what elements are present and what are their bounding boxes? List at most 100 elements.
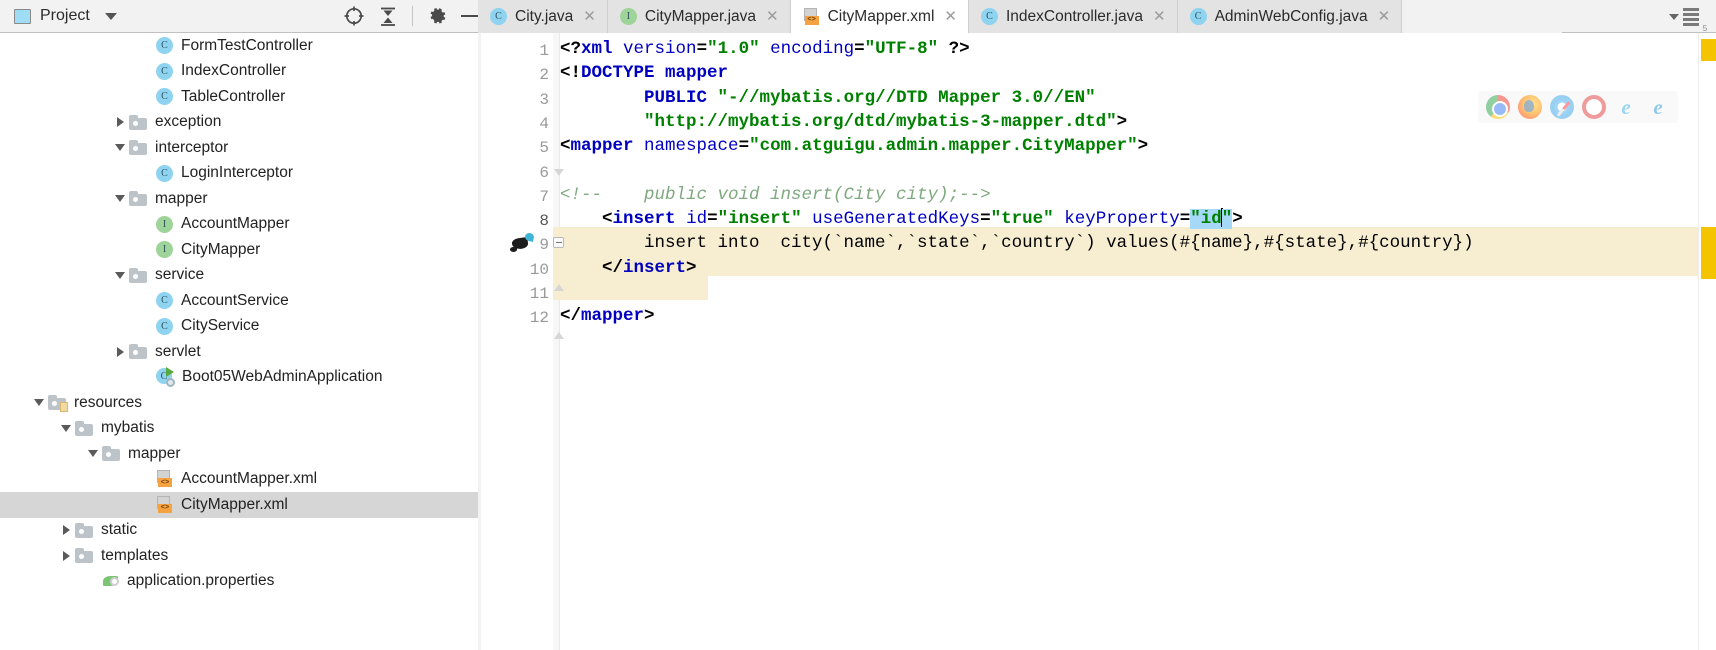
folder-icon	[75, 548, 93, 564]
resources-folder-icon	[48, 395, 68, 413]
chevron-right-icon[interactable]	[111, 339, 129, 365]
tree-item[interactable]: mapper	[0, 441, 478, 467]
code-line-2[interactable]: <!DOCTYPE mapper	[560, 61, 728, 85]
close-icon[interactable]: ✕	[1378, 9, 1391, 24]
collapse-all-icon[interactable]	[371, 0, 405, 33]
code-line-10[interactable]: </insert>	[560, 256, 697, 280]
tree-item[interactable]: C LoginInterceptor	[0, 161, 478, 187]
project-panel-label: Project	[40, 7, 90, 24]
tree-toggle-empty	[138, 84, 156, 110]
tree-item[interactable]: static	[0, 518, 478, 544]
editor-tab-citymapper-xml[interactable]: <> CityMapper.xml ✕	[790, 0, 969, 33]
tree-item-label: TableController	[181, 87, 286, 105]
tree-item[interactable]: <> AccountMapper.xml	[0, 467, 478, 493]
close-icon[interactable]: ✕	[944, 9, 957, 24]
opera-icon[interactable]	[1582, 95, 1606, 119]
editor-tab-adminwebconfig-java[interactable]: C AdminWebConfig.java ✕	[1177, 0, 1403, 33]
editor-gutter[interactable]: 1 2 3 4 5 6 7 8 9 10 11 12	[481, 33, 553, 650]
code-line-9[interactable]: insert into city(`name`,`state`,`country…	[560, 231, 1474, 255]
editor-tab-label: CityMapper.xml	[827, 7, 935, 25]
editor-tab-city-java[interactable]: C City.java ✕	[478, 0, 608, 33]
close-icon[interactable]: ✕	[583, 9, 596, 24]
chevron-down-icon[interactable]	[111, 263, 129, 289]
java-interface-icon: I	[619, 8, 637, 25]
chevron-down-icon[interactable]	[111, 135, 129, 161]
mybatis-navigate-icon[interactable]	[510, 231, 535, 253]
tree-item[interactable]: resources	[0, 390, 478, 416]
tree-item[interactable]: C TableController	[0, 84, 478, 110]
tree-item-label: CityMapper	[181, 240, 261, 258]
tree-item[interactable]: servlet	[0, 339, 478, 365]
code-line-3[interactable]: PUBLIC "-//mybatis.org//DTD Mapper 3.0//…	[560, 86, 1096, 110]
project-tree-panel[interactable]: C FormTestController C IndexController C Tabl…	[0, 33, 478, 650]
edge-icon[interactable]: e	[1646, 95, 1670, 119]
chevron-down-icon[interactable]	[57, 416, 75, 442]
tree-item[interactable]: C FormTestController	[0, 33, 478, 59]
chevron-right-icon[interactable]	[57, 518, 75, 544]
code-line-5[interactable]: <mapper namespace="com.atguigu.admin.map…	[560, 134, 1148, 158]
java-class-icon: C	[156, 37, 173, 55]
chrome-icon[interactable]	[1486, 95, 1510, 119]
editor-marker-strip[interactable]	[1698, 33, 1716, 650]
marker-warning-top[interactable]	[1701, 39, 1716, 61]
folder-icon	[129, 267, 147, 283]
java-class-icon: C	[980, 8, 998, 25]
tree-item[interactable]: C IndexController	[0, 59, 478, 85]
xml-file-icon: <>	[156, 495, 173, 514]
marker-warning-mid[interactable]	[1701, 227, 1716, 279]
java-class-icon: C	[156, 292, 173, 310]
project-panel-selector[interactable]: Project	[0, 0, 127, 33]
code-line-8[interactable]: <insert id="insert" useGeneratedKeys="tr…	[560, 207, 1243, 231]
code-editor[interactable]: 1 2 3 4 5 6 7 8 9 10 11 12 <?xml version="1.0" enco…	[478, 33, 1716, 650]
chevron-right-icon[interactable]	[57, 543, 75, 569]
java-class-icon: C	[156, 62, 173, 80]
browser-launch-bar[interactable]: ee	[1478, 91, 1678, 123]
firefox-icon[interactable]	[1518, 95, 1542, 119]
java-class-icon: C	[156, 317, 173, 335]
chevron-down-icon[interactable]	[111, 186, 129, 212]
line-number: 2	[539, 66, 549, 85]
locate-target-icon[interactable]	[337, 0, 371, 33]
tree-item[interactable]: templates	[0, 543, 478, 569]
editor-fold-column[interactable]	[553, 33, 560, 650]
close-icon[interactable]: ✕	[766, 9, 779, 24]
editor-tab-label: AdminWebConfig.java	[1214, 7, 1368, 25]
tree-item[interactable]: exception	[0, 110, 478, 136]
tree-item[interactable]: I AccountMapper	[0, 212, 478, 238]
java-interface-icon: I	[156, 215, 173, 233]
tree-item[interactable]: C AccountService	[0, 288, 478, 314]
chevron-right-icon[interactable]	[111, 110, 129, 136]
tree-item[interactable]: interceptor	[0, 135, 478, 161]
editor-tab-citymapper-java[interactable]: I CityMapper.java ✕	[607, 0, 791, 33]
editor-tab-label: IndexController.java	[1005, 7, 1143, 25]
close-icon[interactable]: ✕	[1153, 9, 1166, 24]
editor-options-burger-icon[interactable]: 5	[1660, 0, 1716, 33]
tree-item[interactable]: C CityService	[0, 314, 478, 340]
tree-toggle-empty	[138, 467, 156, 493]
tree-item-selected[interactable]: <> CityMapper.xml	[0, 492, 478, 518]
code-line-12[interactable]: </mapper>	[560, 304, 655, 328]
tree-item[interactable]: mybatis	[0, 416, 478, 442]
project-window-icon	[14, 8, 31, 24]
code-line-4[interactable]: "http://mybatis.org/dtd/mybatis-3-mapper…	[560, 110, 1127, 134]
settings-gear-icon[interactable]	[420, 0, 454, 33]
chevron-down-icon[interactable]	[104, 12, 117, 20]
safari-icon[interactable]	[1550, 95, 1574, 119]
chevron-down-icon[interactable]	[84, 441, 102, 467]
tree-item[interactable]: service	[0, 263, 478, 289]
chevron-down-icon[interactable]	[30, 390, 48, 416]
internet-explorer-icon[interactable]: e	[1614, 95, 1638, 119]
tree-item[interactable]: I CityMapper	[0, 237, 478, 263]
line-number: 5	[539, 139, 549, 158]
editor-code-area[interactable]: <?xml version="1.0" encoding="UTF-8" ?> <…	[560, 33, 1686, 650]
tree-item[interactable]: application.properties	[0, 569, 478, 595]
editor-tab-indexcontroller-java[interactable]: C IndexController.java ✕	[968, 0, 1178, 33]
folder-icon	[129, 114, 147, 130]
xml-file-icon: <>	[156, 470, 173, 488]
tree-item-label: IndexController	[181, 62, 287, 80]
folder-icon	[102, 446, 120, 462]
code-line-1[interactable]: <?xml version="1.0" encoding="UTF-8" ?>	[560, 37, 970, 61]
tree-item[interactable]: C Boot05WebAdminApplication	[0, 365, 478, 391]
code-line-7[interactable]: <!-- public void insert(City city);-->	[560, 183, 991, 207]
tree-item[interactable]: mapper	[0, 186, 478, 212]
